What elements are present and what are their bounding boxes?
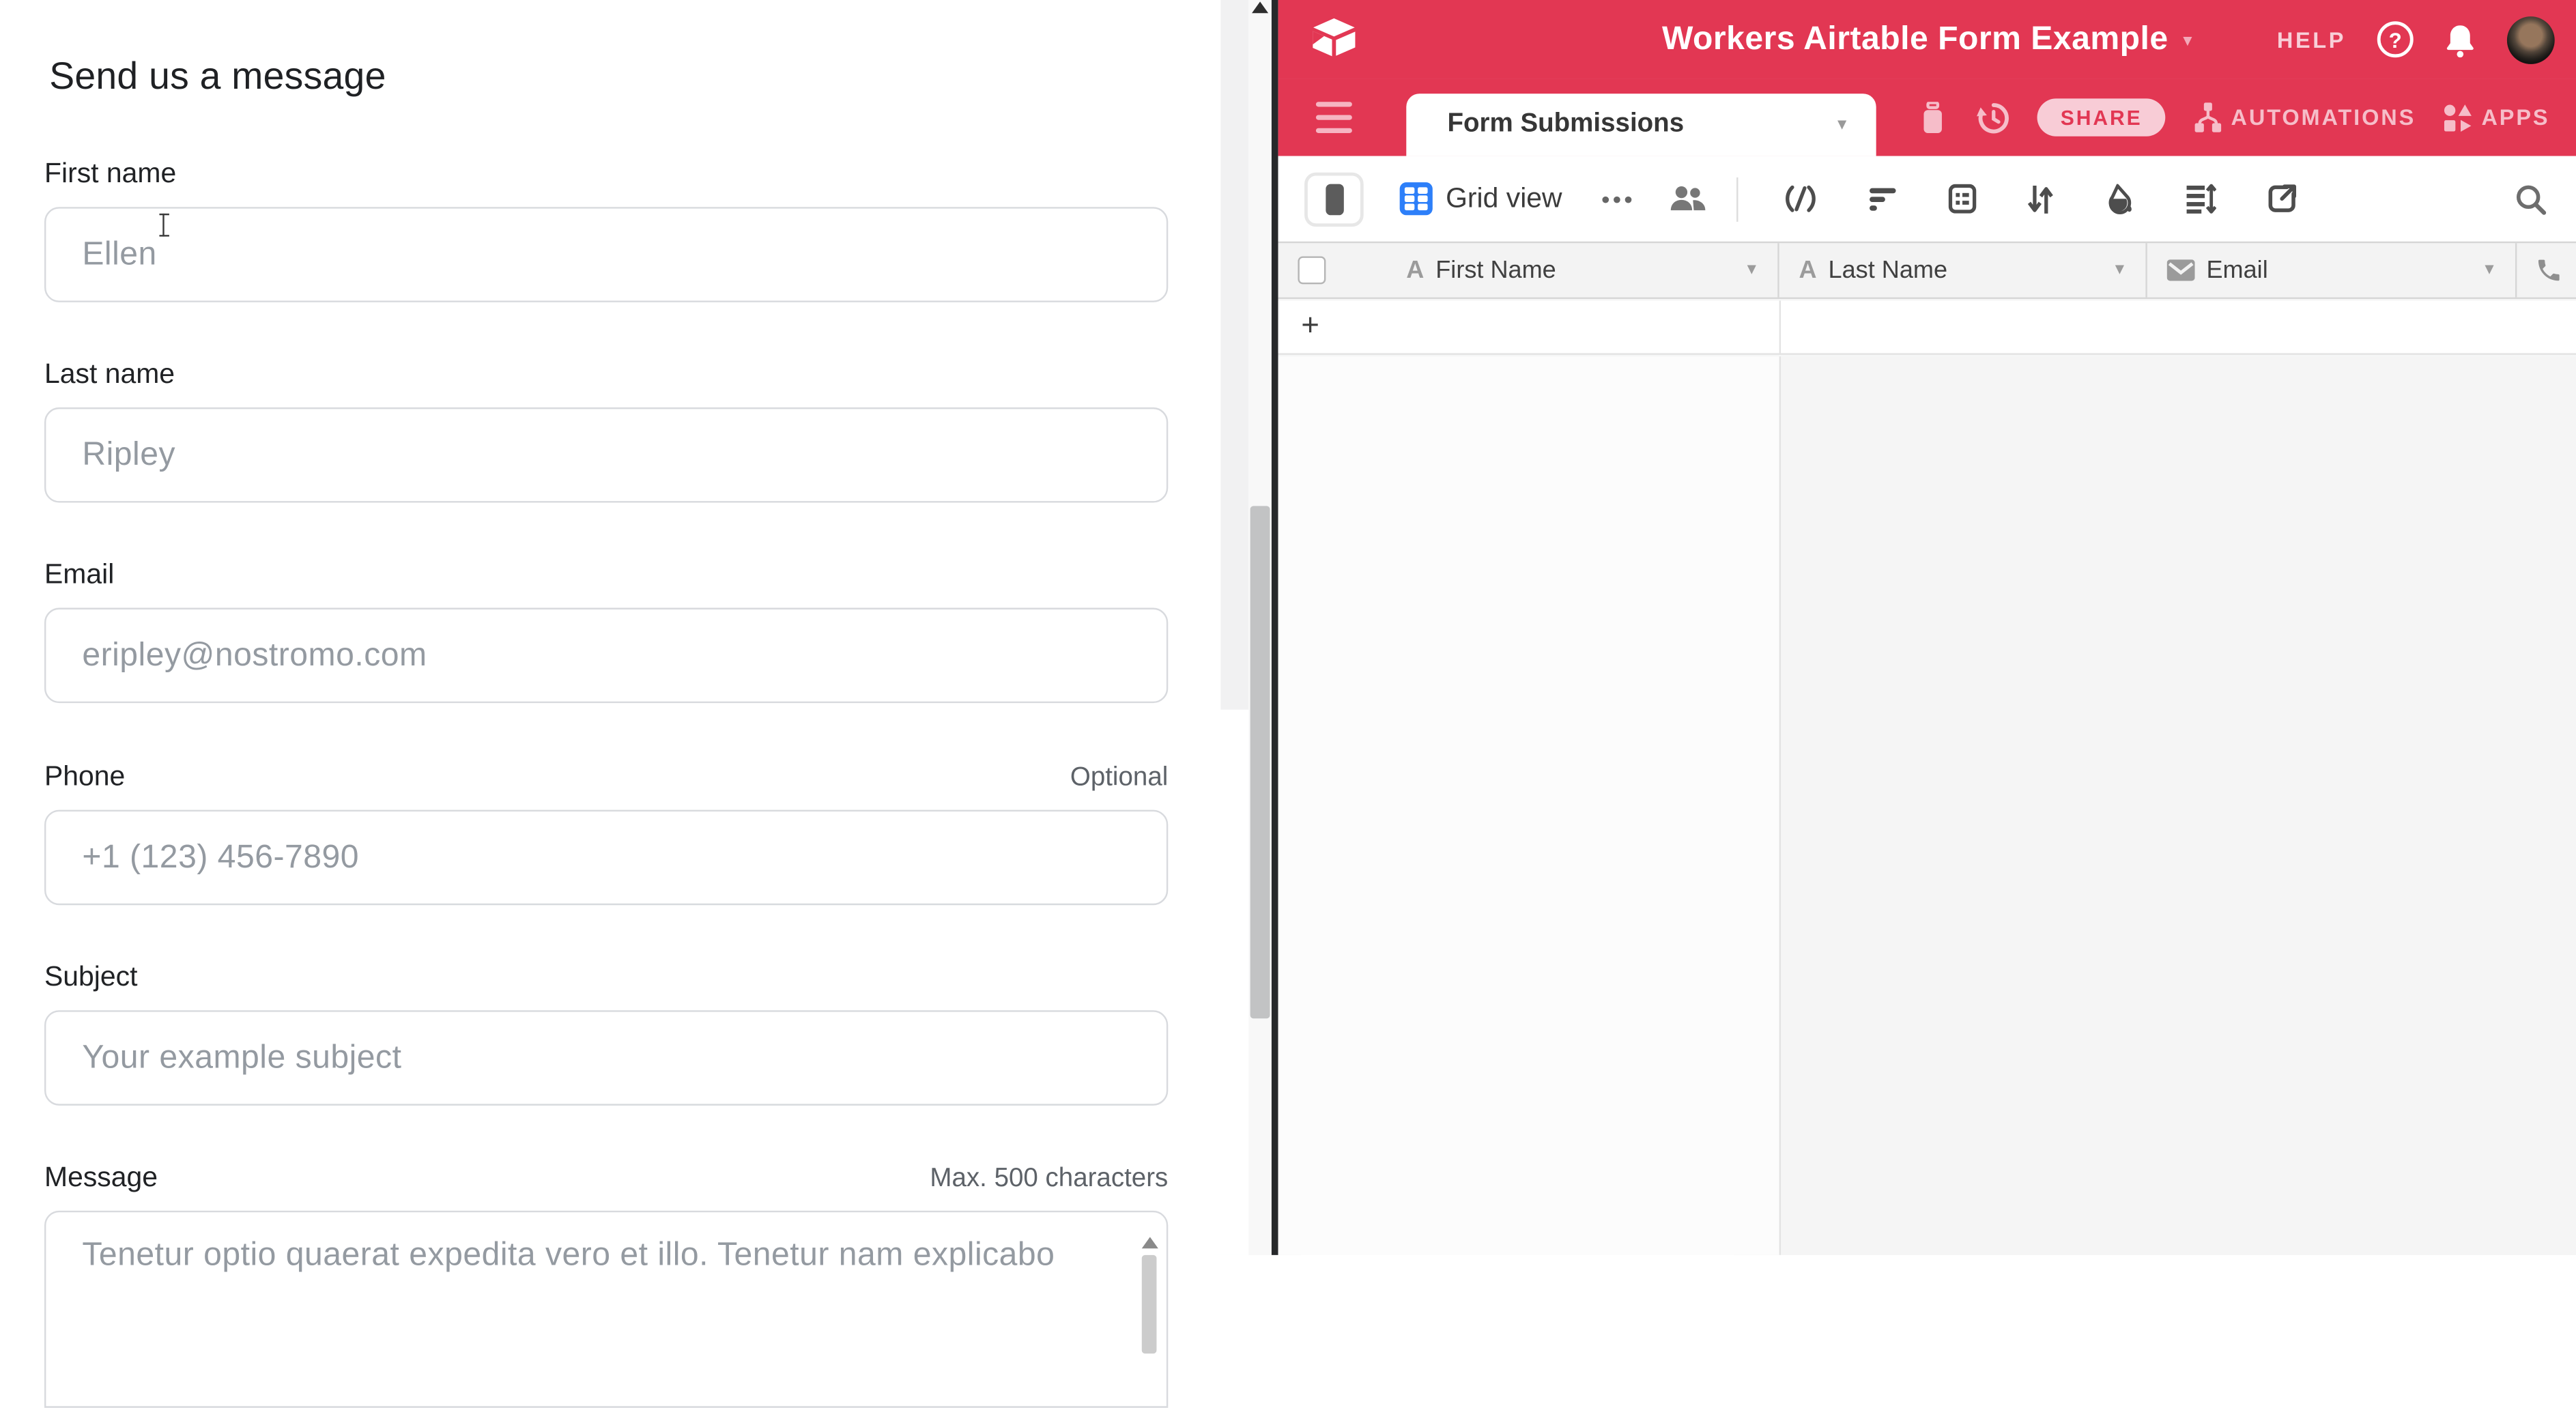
gutter-shade <box>1220 0 1248 710</box>
textarea-scroll-thumb[interactable] <box>1142 1255 1157 1353</box>
column-header-email[interactable]: Email ▾ <box>2147 243 2517 297</box>
last-name-field-group: Last name <box>44 358 1168 503</box>
automations-button[interactable]: AUTOMATIONS <box>2193 102 2416 133</box>
message-textarea[interactable] <box>44 1211 1168 1408</box>
apps-button[interactable]: APPS <box>2444 102 2549 132</box>
phone-label: Phone <box>44 760 125 793</box>
hamburger-menu-icon[interactable] <box>1316 102 1352 133</box>
add-record-row[interactable]: + <box>1278 300 2576 354</box>
first-name-input[interactable] <box>44 207 1168 302</box>
color-icon[interactable] <box>2104 183 2134 214</box>
apps-icon <box>2444 102 2473 132</box>
table-tab-caret-icon[interactable]: ▾ <box>1837 116 1846 134</box>
column-caret-icon[interactable]: ▾ <box>1747 261 1756 279</box>
phone-input[interactable] <box>44 810 1168 906</box>
first-column-background <box>1278 356 1779 1255</box>
share-view-icon[interactable] <box>2267 184 2297 214</box>
hide-fields-icon[interactable] <box>1784 184 1817 214</box>
column-header-last-name[interactable]: A Last Name ▾ <box>1779 243 2147 297</box>
view-name[interactable]: Grid view <box>1446 182 1562 215</box>
column-header-first-name[interactable]: A First Name ▾ <box>1278 243 1779 297</box>
group-icon[interactable] <box>1949 184 1977 214</box>
view-sidebar-toggle-button[interactable] <box>1304 172 1364 226</box>
select-all-checkbox[interactable] <box>1298 256 1326 284</box>
phone-field-icon <box>2535 256 2563 284</box>
search-icon[interactable] <box>2515 156 2547 242</box>
subject-label: Subject <box>44 961 137 994</box>
email-label: Email <box>44 558 114 591</box>
contact-form-pane: Send us a message First name Last name E… <box>0 0 1220 1255</box>
column-caret-icon[interactable]: ▾ <box>2115 261 2124 279</box>
automations-label: AUTOMATIONS <box>2231 105 2416 130</box>
subject-field-group: Subject <box>44 961 1168 1106</box>
collaborators-icon[interactable] <box>1668 184 1706 214</box>
phone-optional-note: Optional <box>1070 764 1168 793</box>
add-record-plus-icon[interactable]: + <box>1301 308 1319 345</box>
help-menu[interactable]: HELP <box>2277 27 2346 52</box>
column-header-phone[interactable]: Phone <box>2517 243 2576 297</box>
airtable-pane: Workers Airtable Form Example ▾ HELP ? F… <box>1278 0 2576 1255</box>
first-name-field-group: First name <box>44 158 1168 302</box>
pane-divider <box>1272 0 1278 1255</box>
message-field-group: Message Max. 500 characters <box>44 1162 1168 1408</box>
screenshot-root: Send us a message First name Last name E… <box>0 0 2576 1255</box>
left-pane-scrollbar[interactable] <box>1248 0 1272 1255</box>
base-title[interactable]: Workers Airtable Form Example <box>1662 20 2169 58</box>
scroll-up-arrow-icon[interactable] <box>1252 1 1268 13</box>
column-caret-icon[interactable]: ▾ <box>2485 261 2493 279</box>
last-name-input[interactable] <box>44 407 1168 503</box>
user-avatar[interactable] <box>2507 16 2555 63</box>
toolbar-divider <box>1736 177 1738 221</box>
trash-icon[interactable] <box>1919 102 1947 133</box>
grid-body <box>1278 356 2576 1255</box>
message-maxchars-note: Max. 500 characters <box>930 1164 1168 1194</box>
phone-field-group: Phone Optional <box>44 760 1168 905</box>
base-title-caret-icon[interactable]: ▾ <box>2183 32 2192 50</box>
column-divider-line <box>1779 300 1781 354</box>
help-circle-icon[interactable]: ? <box>2377 21 2414 57</box>
grid-view-icon <box>1400 182 1433 215</box>
text-field-icon: A <box>1406 256 1424 284</box>
automations-icon <box>2193 102 2222 133</box>
email-field-icon <box>2167 259 2195 281</box>
email-input[interactable] <box>44 608 1168 704</box>
grid-header-row: A First Name ▾ A Last Name ▾ Email ▾ <box>1278 242 2576 299</box>
last-name-label: Last name <box>44 358 175 391</box>
textarea-scrollbar[interactable] <box>1139 1234 1160 1366</box>
email-field-group: Email <box>44 558 1168 703</box>
snapshot-history-icon[interactable] <box>1975 101 2010 134</box>
table-tabs-bar: Form Submissions ▾ SHARE <box>1278 79 2576 156</box>
row-height-icon[interactable] <box>2185 184 2216 214</box>
filter-icon[interactable] <box>1868 186 1898 212</box>
first-name-label: First name <box>44 158 176 190</box>
notifications-bell-icon[interactable] <box>2444 22 2476 57</box>
table-tab-label: Form Submissions <box>1447 110 1684 139</box>
table-tab-form-submissions[interactable]: Form Submissions ▾ <box>1406 94 1876 156</box>
text-field-icon: A <box>1799 256 1817 284</box>
view-more-ellipsis-icon[interactable]: ••• <box>1601 186 1635 212</box>
sort-icon[interactable] <box>2027 183 2054 214</box>
message-label: Message <box>44 1162 158 1194</box>
airtable-topbar: Workers Airtable Form Example ▾ HELP ? <box>1278 0 2576 79</box>
column-divider-line <box>1779 356 1781 1255</box>
view-toolbar: Grid view ••• <box>1278 156 2576 242</box>
subject-input[interactable] <box>44 1010 1168 1106</box>
textarea-scroll-up-icon[interactable] <box>1141 1237 1158 1248</box>
left-pane-gutter <box>1220 0 1248 1255</box>
apps-label: APPS <box>2481 105 2549 130</box>
share-button[interactable]: SHARE <box>2037 98 2165 136</box>
form-heading: Send us a message <box>49 54 386 98</box>
scrollbar-thumb[interactable] <box>1250 506 1270 1018</box>
